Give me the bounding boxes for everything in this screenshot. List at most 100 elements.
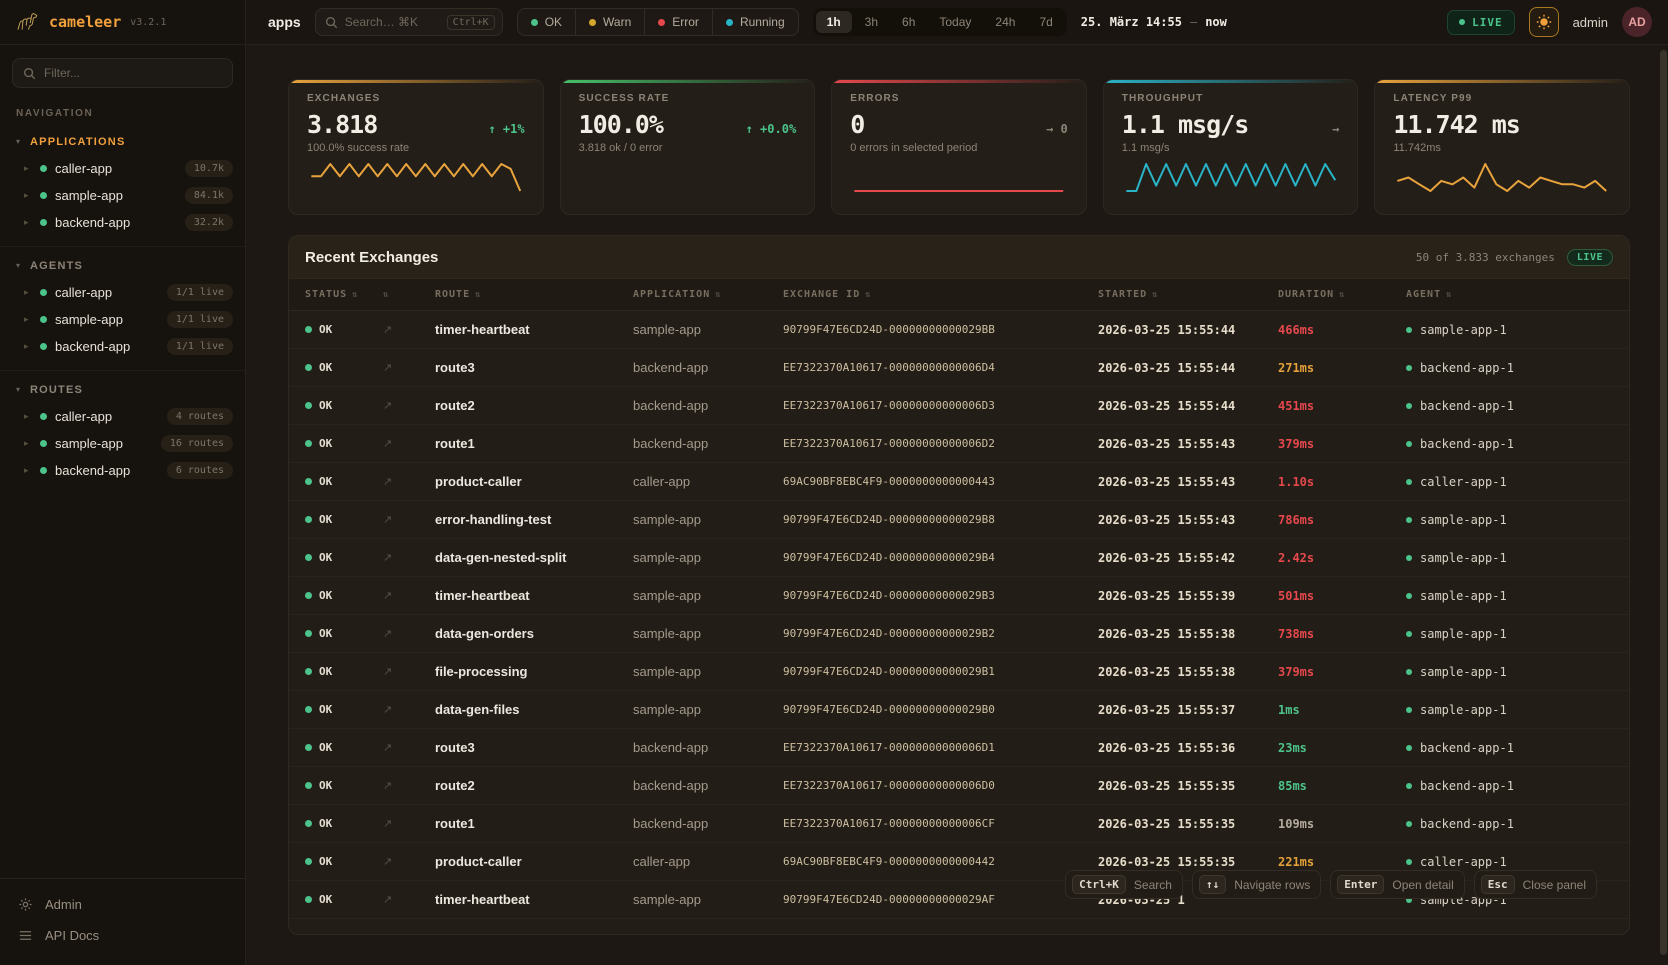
status-dot-icon (305, 592, 312, 599)
status-dot-icon (658, 19, 665, 26)
sidebar-item-sample-app[interactable]: ▸sample-app1/1 live (0, 306, 245, 333)
column-label: STATUS (305, 289, 347, 300)
sidebar-item-backend-app[interactable]: ▸backend-app32.2k (0, 209, 245, 236)
table-row[interactable]: OK↗route3backend-appEE7322370A10617-0000… (289, 729, 1629, 767)
started-timestamp: 2026-03-25 15:55:44 (1098, 361, 1278, 375)
sidebar-item-caller-app[interactable]: ▸caller-app10.7k (0, 155, 245, 182)
vertical-scrollbar[interactable] (1660, 50, 1667, 955)
agent-dot-icon (1406, 783, 1412, 789)
column-header-started[interactable]: STARTED⇅ (1098, 289, 1278, 300)
status-label: OK (319, 589, 332, 602)
main-content: EXCHANGES3.818↑ +1%100.0% success rateSU… (246, 45, 1668, 965)
table-row[interactable]: OK↗route1backend-appEE7322370A10617-0000… (289, 805, 1629, 843)
theme-toggle-button[interactable] (1529, 7, 1559, 37)
route-name: timer-heartbeat (435, 322, 633, 337)
date-separator: – (1190, 15, 1197, 29)
duration-value: 1.10s (1278, 475, 1406, 489)
table-row[interactable]: OK↗file-processingsample-app90799F47E6CD… (289, 653, 1629, 691)
agent-name: caller-app-1 (1420, 855, 1507, 869)
started-timestamp: 2026-03-25 15:55:37 (1098, 703, 1278, 717)
date-to: now (1205, 15, 1227, 29)
time-range-today[interactable]: Today (928, 11, 982, 33)
table-body: OK↗timer-heartbeatsample-app90799F47E6CD… (289, 311, 1629, 919)
application-name: backend-app (633, 778, 783, 793)
sidebar-item-sample-app[interactable]: ▸sample-app84.1k (0, 182, 245, 209)
sidebar-item-caller-app[interactable]: ▸caller-app1/1 live (0, 279, 245, 306)
avatar[interactable]: AD (1622, 7, 1652, 37)
agent-name: sample-app-1 (1420, 323, 1507, 337)
chevron-right-icon: ▸ (24, 217, 32, 228)
shortcut-label: Navigate rows (1234, 878, 1310, 892)
sidebar-item-api-docs[interactable]: API Docs (0, 920, 245, 951)
agent-dot-icon (1406, 593, 1412, 599)
nav-item-label: sample-app (55, 188, 177, 203)
agent-name: sample-app-1 (1420, 589, 1507, 603)
nav-section-header-agents[interactable]: ▾AGENTS (0, 253, 245, 279)
time-range-3h[interactable]: 3h (854, 11, 889, 33)
sidebar-item-backend-app[interactable]: ▸backend-app1/1 live (0, 333, 245, 360)
arrow-up-right-icon: ↗ (383, 817, 435, 830)
exchange-id: 90799F47E6CD24D-00000000000029B3 (783, 589, 1098, 602)
column-header-duration[interactable]: DURATION⇅ (1278, 289, 1406, 300)
status-dot-icon (305, 554, 312, 561)
table-row[interactable]: OK↗data-gen-orderssample-app90799F47E6CD… (289, 615, 1629, 653)
logo[interactable]: cameleer v3.2.1 (0, 0, 245, 45)
application-name: backend-app (633, 436, 783, 451)
table-row[interactable]: OK↗route3backend-appEE7322370A10617-0000… (289, 349, 1629, 387)
status-label: OK (319, 779, 332, 792)
application-name: sample-app (633, 322, 783, 337)
duration-value: 271ms (1278, 361, 1406, 375)
status-dot-icon (305, 782, 312, 789)
duration-value: 85ms (1278, 779, 1406, 793)
column-header-status[interactable]: STATUS⇅ (305, 289, 383, 300)
stat-delta: → 0 (1046, 122, 1068, 136)
time-range-24h[interactable]: 24h (984, 11, 1026, 33)
column-header-exchange-id[interactable]: EXCHANGE ID⇅ (783, 289, 1098, 300)
search-input[interactable]: Search… ⌘K Ctrl+K (315, 8, 503, 36)
sidebar-item-sample-app[interactable]: ▸sample-app16 routes (0, 430, 245, 457)
sidebar-item-admin[interactable]: Admin (0, 889, 245, 920)
table-row[interactable]: OK↗timer-heartbeatsample-app90799F47E6CD… (289, 311, 1629, 349)
status-filter-running[interactable]: Running (712, 9, 798, 35)
time-range-7d[interactable]: 7d (1028, 11, 1063, 33)
table-row[interactable]: OK↗route2backend-appEE7322370A10617-0000… (289, 767, 1629, 805)
column-header-icon[interactable]: ⇅ (383, 290, 435, 300)
table-row[interactable]: OK↗error-handling-testsample-app90799F47… (289, 501, 1629, 539)
table-row[interactable]: OK↗data-gen-filessample-app90799F47E6CD2… (289, 691, 1629, 729)
column-header-agent[interactable]: AGENT⇅ (1406, 289, 1629, 300)
time-range-group: 1h3h6hToday24h7d (813, 8, 1067, 36)
table-row[interactable]: OK↗route1backend-appEE7322370A10617-0000… (289, 425, 1629, 463)
column-header-application[interactable]: APPLICATION⇅ (633, 289, 783, 300)
time-range-1h[interactable]: 1h (816, 11, 852, 33)
status-label: OK (319, 551, 332, 564)
duration-value: 1ms (1278, 703, 1406, 717)
nav-item-label: backend-app (55, 339, 159, 354)
column-header-route[interactable]: ROUTE⇅ (435, 289, 633, 300)
status-filter-ok[interactable]: OK (518, 9, 575, 35)
nav-section-header-applications[interactable]: ▾APPLICATIONS (0, 129, 245, 155)
stat-label: ERRORS (850, 93, 1068, 104)
date-range[interactable]: 25. März 14:55 – now (1081, 15, 1227, 29)
table-row[interactable]: OK↗timer-heartbeatsample-app90799F47E6CD… (289, 577, 1629, 615)
sidebar-item-caller-app[interactable]: ▸caller-app4 routes (0, 403, 245, 430)
status-filter-label: Running (740, 15, 785, 29)
route-name: timer-heartbeat (435, 588, 633, 603)
status-filter-error[interactable]: Error (644, 9, 712, 35)
arrow-up-right-icon: ↗ (383, 855, 435, 868)
nav-item-badge: 32.2k (185, 214, 233, 231)
filter-input[interactable]: Filter... (12, 58, 233, 88)
table-row[interactable]: OK↗product-callercaller-app69AC90BF8EBC4… (289, 463, 1629, 501)
sidebar-item-backend-app[interactable]: ▸backend-app6 routes (0, 457, 245, 484)
filter-placeholder: Filter... (44, 66, 80, 80)
table-row[interactable]: OK↗data-gen-nested-splitsample-app90799F… (289, 539, 1629, 577)
shortcut-close-panel: EscClose panel (1474, 870, 1597, 899)
sidebar-footer-label: Admin (45, 897, 82, 912)
time-range-6h[interactable]: 6h (891, 11, 926, 33)
nav-section-header-routes[interactable]: ▾ROUTES (0, 377, 245, 403)
table-row[interactable]: OK↗route2backend-appEE7322370A10617-0000… (289, 387, 1629, 425)
arrow-up-right-icon: ↗ (383, 741, 435, 754)
application-name: sample-app (633, 892, 783, 907)
status-filter-warn[interactable]: Warn (575, 9, 644, 35)
status-label: OK (319, 817, 332, 830)
live-toggle[interactable]: LIVE (1447, 10, 1515, 35)
